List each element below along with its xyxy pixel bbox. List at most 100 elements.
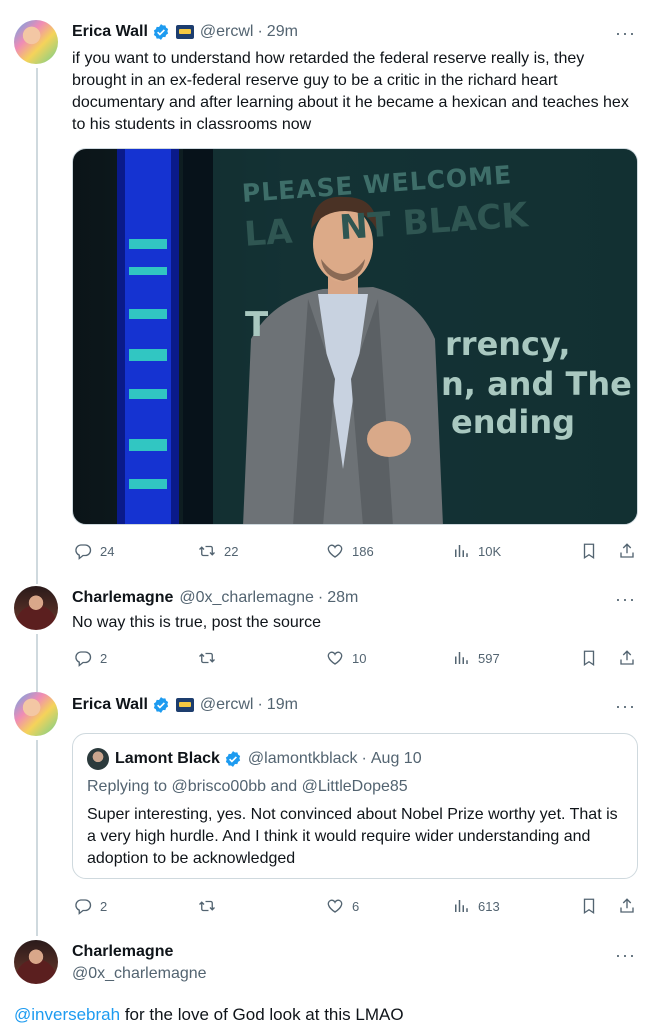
tweet-text: if you want to understand how retarded t… [72, 50, 629, 133]
reply-count: 2 [100, 898, 108, 914]
quote-avatar [87, 748, 109, 770]
quote-header: Lamont Black @lamontkblack · Aug 10 [87, 748, 422, 770]
avatar[interactable] [14, 20, 58, 64]
verified-badge-icon [225, 751, 241, 767]
quoted-tweet[interactable]: Lamont Black @lamontkblack · Aug 10 Repl… [72, 733, 638, 879]
reply-icon [75, 544, 92, 560]
avatar[interactable] [14, 586, 58, 630]
like-icon [327, 651, 343, 665]
timestamp[interactable]: 29m [267, 23, 298, 41]
more-icon[interactable]: ··· [615, 697, 636, 715]
reply-button[interactable]: 24 [74, 541, 114, 561]
tweet-text: @inversebrah for the love of God look at… [14, 1004, 404, 1026]
avatar[interactable] [14, 692, 58, 736]
views-icon [455, 900, 468, 912]
reply-icon [75, 899, 92, 915]
share-icon [620, 543, 634, 558]
replying-to: Replying to @brisco00bb and @LittleDope8… [87, 778, 408, 796]
handle[interactable]: @ercwl [200, 696, 254, 714]
like-icon [327, 899, 343, 913]
handle[interactable]: @0x_charlemagne [179, 589, 314, 607]
handle[interactable]: @0x_charlemagne [72, 965, 207, 983]
tweet-actions: 2 6 613 [72, 896, 638, 916]
retweet-button[interactable]: 22 [198, 541, 238, 561]
like-count: 186 [352, 543, 374, 559]
mention-link[interactable]: @inversebrah [14, 1005, 120, 1024]
retweet-button[interactable] [198, 896, 216, 916]
verified-badge-icon [153, 697, 169, 713]
share-button[interactable] [618, 648, 636, 668]
tweet-actions: 24 22 186 10K [72, 541, 638, 561]
share-button[interactable] [618, 896, 636, 916]
views-button[interactable]: 597 [452, 648, 500, 668]
retweet-count: 22 [224, 543, 239, 559]
reply-count: 2 [100, 650, 108, 666]
affiliate-badge-icon[interactable] [175, 25, 194, 39]
thread-line [36, 68, 38, 584]
views-button[interactable]: 10K [452, 541, 501, 561]
reply-button[interactable]: 2 [74, 648, 107, 668]
display-name[interactable]: Charlemagne [72, 589, 173, 607]
like-count: 6 [352, 898, 360, 914]
retweet-button[interactable] [198, 648, 216, 668]
display-name[interactable]: Erica Wall [72, 696, 148, 714]
handle[interactable]: @ercwl [200, 23, 254, 41]
quote-text: Super interesting, yes. Not convinced ab… [87, 806, 618, 867]
tweet-header: Erica Wall @ercwl · 29m [72, 21, 298, 43]
verified-badge-icon [153, 24, 169, 40]
more-icon[interactable]: ··· [615, 590, 636, 608]
like-count: 10 [352, 650, 367, 666]
timestamp[interactable]: 28m [327, 589, 358, 607]
views-count: 597 [478, 650, 500, 666]
more-icon[interactable]: ··· [615, 24, 636, 42]
screen-text-3: rrency, [445, 325, 571, 363]
more-icon[interactable]: ··· [615, 946, 636, 964]
quote-timestamp: Aug 10 [370, 750, 422, 767]
tweet-photo[interactable]: PLEASE WELCOME LA NT BLACK T rrency, n, … [72, 148, 638, 525]
views-count: 10K [478, 543, 502, 559]
reply-count: 24 [100, 543, 115, 559]
like-button[interactable]: 6 [326, 896, 359, 916]
bookmark-button[interactable] [580, 648, 598, 668]
views-icon [455, 545, 468, 557]
bookmark-icon [583, 543, 595, 560]
share-icon [620, 650, 634, 665]
separator-dot: · [257, 696, 263, 713]
thread-line [36, 740, 38, 936]
tweet-header: Erica Wall @ercwl · 19m [72, 694, 298, 716]
replying-user-2: @LittleDope85 [301, 778, 408, 795]
timestamp[interactable]: 19m [267, 696, 298, 714]
separator-dot: · [361, 750, 367, 767]
like-button[interactable]: 10 [326, 648, 366, 668]
quote-handle: @lamontkblack [247, 750, 358, 767]
bookmark-button[interactable] [580, 541, 598, 561]
views-count: 613 [478, 898, 500, 914]
tweet-actions: 2 10 597 [72, 648, 638, 668]
share-icon [620, 898, 634, 913]
thread-line [36, 634, 38, 692]
screen-text-3-prefix: T [245, 305, 269, 345]
screen-text-4: n, and The [441, 365, 632, 403]
bookmark-icon [583, 898, 595, 915]
replying-prefix: Replying to [87, 778, 172, 795]
like-icon [327, 544, 343, 558]
tweet-text-body: for the love of God look at this LMAO [120, 1005, 404, 1024]
display-name[interactable]: Charlemagne [72, 943, 173, 961]
affiliate-badge-icon[interactable] [175, 698, 194, 712]
views-button[interactable]: 613 [452, 896, 500, 916]
display-name[interactable]: Erica Wall [72, 23, 148, 41]
bookmark-button[interactable] [580, 896, 598, 916]
tweet-text: No way this is true, post the source [72, 614, 321, 631]
avatar[interactable] [14, 940, 58, 984]
views-icon [455, 652, 468, 664]
retweet-icon [199, 545, 215, 557]
retweet-icon [199, 900, 215, 912]
tweet-header: Charlemagne @0x_charlemagne · 28m [72, 587, 358, 609]
quote-display-name: Lamont Black [115, 750, 220, 767]
reply-button[interactable]: 2 [74, 896, 107, 916]
screen-text-5: ending [451, 403, 576, 441]
like-button[interactable]: 186 [326, 541, 374, 561]
share-button[interactable] [618, 541, 636, 561]
replying-and: and [266, 778, 302, 795]
reply-icon [75, 651, 92, 667]
